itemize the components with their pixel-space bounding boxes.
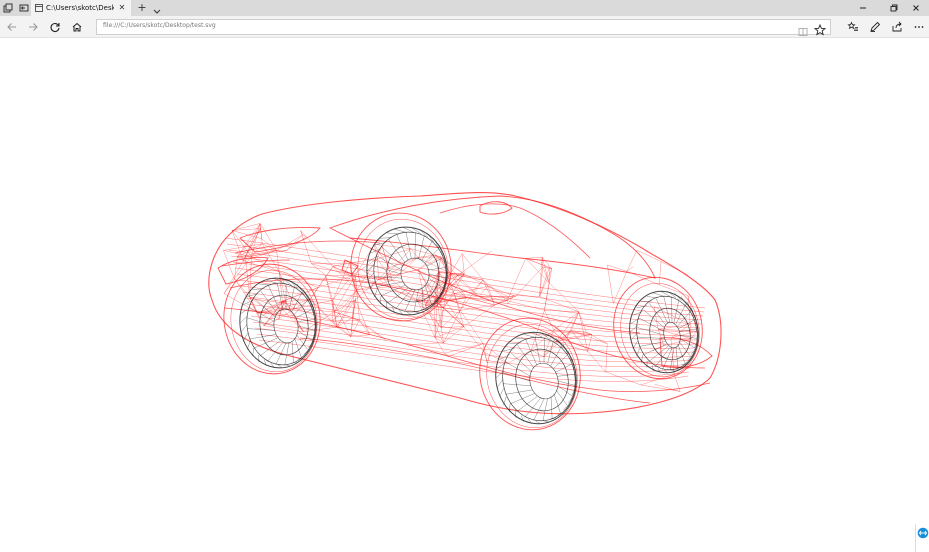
active-tab[interactable]: C:\Users\skotc\Desktop ✕ — [31, 0, 131, 16]
teamviewer-widget[interactable] — [915, 524, 929, 552]
refresh-icon[interactable] — [47, 19, 63, 35]
navigation-bar: file:///C:/Users/skotc/Desktop/test.svg — [0, 16, 929, 38]
reading-view-icon[interactable] — [798, 22, 808, 36]
share-icon[interactable] — [889, 19, 905, 35]
chevron-down-icon[interactable] — [151, 2, 163, 14]
page-content — [0, 38, 929, 552]
home-icon[interactable] — [69, 19, 85, 35]
car-wireframe-image — [208, 191, 722, 431]
close-tab-icon[interactable]: ✕ — [117, 3, 127, 13]
back-arrow-icon[interactable] — [4, 19, 20, 35]
tab-preview-icon[interactable] — [0, 0, 16, 16]
page-icon — [35, 4, 43, 12]
more-icon[interactable] — [911, 19, 927, 35]
url-text: file:///C:/Users/skotc/Desktop/test.svg — [103, 22, 216, 29]
set-aside-tabs-icon[interactable] — [16, 0, 32, 16]
star-icon[interactable] — [813, 21, 827, 36]
new-tab-icon[interactable]: + — [136, 2, 148, 14]
restore-icon[interactable] — [883, 0, 905, 16]
forward-arrow-icon[interactable] — [25, 19, 41, 35]
title-bar: C:\Users\skotc\Desktop ✕ + — [0, 0, 929, 16]
remote-support-icon — [917, 527, 929, 539]
black-wheel-wireframe — [239, 226, 699, 425]
favorites-hub-icon[interactable] — [845, 19, 861, 35]
red-body-wireframe — [208, 191, 722, 431]
minimize-icon[interactable] — [852, 0, 874, 16]
close-window-icon[interactable] — [905, 0, 927, 16]
address-bar[interactable]: file:///C:/Users/skotc/Desktop/test.svg — [96, 19, 831, 36]
tab-title: C:\Users\skotc\Desktop — [46, 4, 114, 12]
web-note-icon[interactable] — [867, 19, 883, 35]
